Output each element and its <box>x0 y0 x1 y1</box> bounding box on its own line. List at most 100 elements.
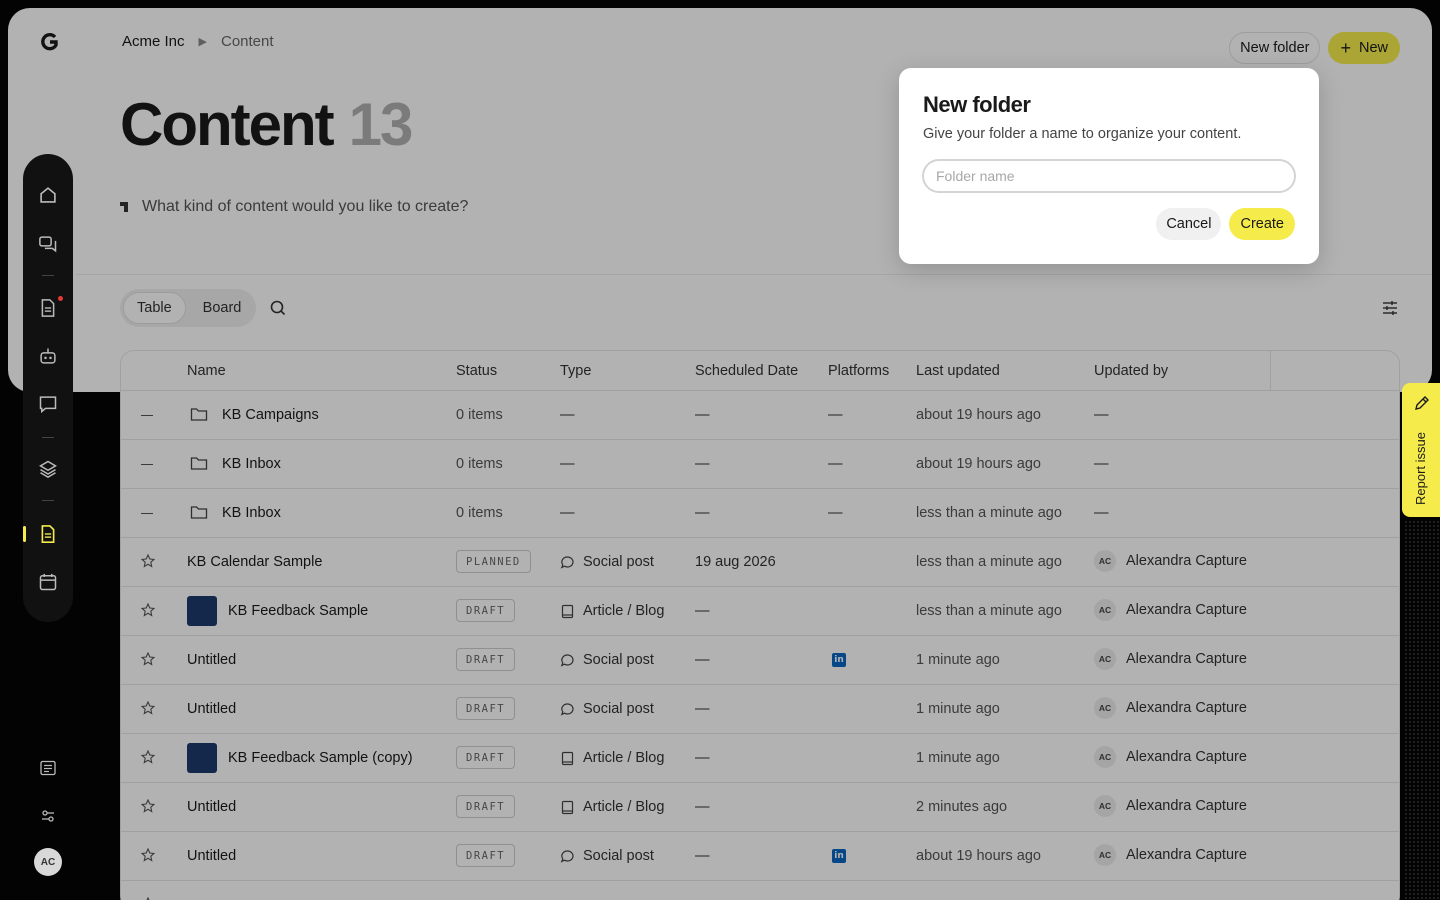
col-last-updated[interactable]: Last updated <box>916 363 1000 379</box>
col-scheduled-date[interactable]: Scheduled Date <box>695 363 798 379</box>
dialog-title: New folder <box>923 92 1031 117</box>
row-updated-by-name: Alexandra Capture <box>1126 847 1247 863</box>
row-name[interactable]: Untitled <box>187 701 236 717</box>
row-updated: less than a minute ago <box>916 554 1062 570</box>
row-platforms: — <box>828 407 843 423</box>
table-row[interactable]: Untitled DRAFT Social post — 1 minute ag… <box>120 685 1400 734</box>
row-name[interactable]: KB Campaigns <box>222 407 319 423</box>
row-scheduled: — <box>695 407 710 423</box>
create-prompt[interactable]: What kind of content would you like to c… <box>120 198 468 216</box>
row-updated-by-name: Alexandra Capture <box>1126 798 1247 814</box>
table-row[interactable]: Untitled DRAFT Social post — in about 19… <box>120 832 1400 881</box>
col-status[interactable]: Status <box>456 363 497 379</box>
breadcrumb-org[interactable]: Acme Inc <box>122 33 185 50</box>
row-scheduled: — <box>695 701 710 717</box>
row-updated: less than a minute ago <box>916 505 1062 521</box>
row-type-label: Social post <box>583 554 654 570</box>
row-type-label: Social post <box>583 701 654 717</box>
new-content-button[interactable]: + New <box>1328 32 1400 64</box>
table-row[interactable]: KB Calendar Sample PLANNED Social post 1… <box>120 538 1400 587</box>
document-icon[interactable] <box>38 298 58 318</box>
star-icon[interactable] <box>141 701 155 715</box>
layers-icon[interactable] <box>38 459 58 479</box>
cursor-mark-icon <box>120 202 128 212</box>
table-row[interactable]: KB Feedback Sample (copy) DRAFT Article … <box>120 734 1400 783</box>
star-icon[interactable] <box>141 750 155 764</box>
star-icon[interactable] <box>141 799 155 813</box>
row-type: — <box>560 505 575 521</box>
robot-icon[interactable] <box>38 346 58 366</box>
row-updated-by: AC Alexandra Capture <box>1094 795 1247 817</box>
row-updated: about 19 hours ago <box>916 407 1041 423</box>
folder-name-input[interactable] <box>922 159 1296 193</box>
col-name[interactable]: Name <box>187 363 226 379</box>
sidebar-divider <box>42 437 54 438</box>
calendar-icon[interactable] <box>38 572 58 592</box>
table-row[interactable]: Untitled DRAFT Article / Blog — 2 minute… <box>120 783 1400 832</box>
content-thumbnail <box>187 743 217 773</box>
star-icon[interactable] <box>141 603 155 617</box>
col-platforms[interactable]: Platforms <box>828 363 889 379</box>
row-type-label: Social post <box>583 848 654 864</box>
row-name[interactable]: Untitled <box>187 652 236 668</box>
avatar: AC <box>1094 795 1116 817</box>
avatar: AC <box>1094 746 1116 768</box>
status-badge: DRAFT <box>456 746 516 769</box>
star-icon[interactable] <box>141 848 155 862</box>
row-name[interactable]: Untitled <box>187 799 236 815</box>
star-icon[interactable] <box>141 554 155 568</box>
table-row[interactable]: KB Inbox 0 items — — — less than a minut… <box>120 489 1400 538</box>
page-title: Content 13 <box>120 90 413 159</box>
row-name[interactable]: KB Calendar Sample <box>187 554 322 570</box>
row-type-label: Article / Blog <box>583 603 665 619</box>
row-name[interactable]: KB Inbox <box>222 456 281 472</box>
folder-icon <box>190 506 208 519</box>
row-type: — <box>560 456 575 472</box>
sliders-icon[interactable] <box>1380 298 1400 318</box>
home-icon[interactable] <box>38 185 58 205</box>
table-row[interactable]: KB Campaigns 0 items — — — about 19 hour… <box>120 391 1400 440</box>
avatar: AC <box>1094 844 1116 866</box>
row-name[interactable]: KB Feedback Sample (copy) <box>228 750 413 766</box>
message-icon[interactable] <box>38 394 58 414</box>
chats-icon[interactable] <box>38 234 58 254</box>
header-actions: New folder + New <box>1229 32 1400 64</box>
report-issue-button[interactable]: Report issue <box>1402 383 1440 517</box>
content-icon[interactable] <box>38 524 58 544</box>
table-row[interactable] <box>120 881 1400 900</box>
row-updated-by-name: Alexandra Capture <box>1126 651 1247 667</box>
row-updated: 2 minutes ago <box>916 799 1008 815</box>
sidebar-divider <box>42 500 54 501</box>
search-icon[interactable] <box>268 298 288 318</box>
create-button[interactable]: Create <box>1229 208 1295 240</box>
cancel-button[interactable]: Cancel <box>1156 208 1222 240</box>
row-updated-by: — <box>1094 456 1109 472</box>
row-scheduled: — <box>695 652 710 668</box>
newspaper-icon[interactable] <box>38 758 58 778</box>
table-row[interactable]: KB Inbox 0 items — — — about 19 hours ag… <box>120 440 1400 489</box>
new-folder-button[interactable]: New folder <box>1229 32 1321 64</box>
divider <box>76 274 1432 275</box>
table-row[interactable]: KB Feedback Sample DRAFT Article / Blog … <box>120 587 1400 636</box>
tab-board[interactable]: Board <box>190 292 255 324</box>
col-updated-by[interactable]: Updated by <box>1094 363 1168 379</box>
row-type: Social post <box>560 848 654 864</box>
linkedin-icon: in <box>832 849 846 863</box>
col-type[interactable]: Type <box>560 363 591 379</box>
app-logo-icon[interactable] <box>40 32 60 52</box>
row-type: Article / Blog <box>560 750 664 766</box>
row-name[interactable]: Untitled <box>187 848 236 864</box>
user-avatar[interactable]: AC <box>34 848 62 876</box>
row-updated-by-name: Alexandra Capture <box>1126 602 1247 618</box>
status-badge: DRAFT <box>456 599 516 622</box>
star-icon[interactable] <box>141 652 155 666</box>
column-divider <box>1270 351 1271 391</box>
create-prompt-text: What kind of content would you like to c… <box>142 198 469 215</box>
tab-table[interactable]: Table <box>123 292 186 324</box>
row-scheduled: — <box>695 848 710 864</box>
plus-icon: + <box>1340 38 1351 58</box>
table-row[interactable]: Untitled DRAFT Social post — in 1 minute… <box>120 636 1400 685</box>
settings-sliders-icon[interactable] <box>38 806 58 826</box>
row-name[interactable]: KB Feedback Sample <box>228 603 368 619</box>
row-name[interactable]: KB Inbox <box>222 505 281 521</box>
